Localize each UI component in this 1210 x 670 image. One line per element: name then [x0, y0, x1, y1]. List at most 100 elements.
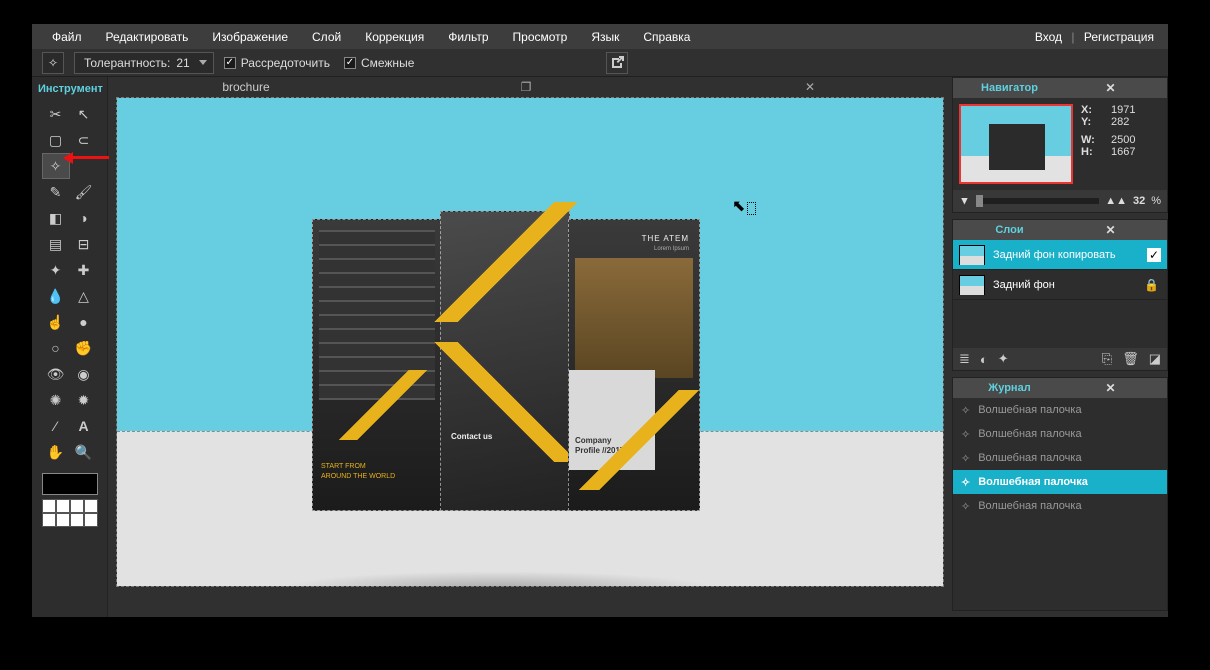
menubar: Файл Редактировать Изображение Слой Корр… [32, 24, 1168, 49]
adjacent-checkbox[interactable]: Смежные [344, 56, 414, 70]
zoom-pct: % [1151, 195, 1161, 207]
color-swatches [36, 473, 103, 527]
tool-wand[interactable]: ✧ [42, 153, 70, 179]
app-frame: Файл Редактировать Изображение Слой Корр… [32, 24, 1168, 617]
tool-marquee[interactable]: ▢ [42, 127, 70, 153]
restore-window-icon[interactable]: ❐ [384, 80, 668, 94]
coord-w: 2500 [1111, 134, 1135, 146]
tool-move[interactable]: ↖ [70, 101, 98, 127]
menu-layer[interactable]: Слой [300, 30, 353, 44]
wand-icon: ✧ [961, 452, 970, 465]
tool-picker[interactable]: ⁄ [42, 413, 70, 439]
menu-filter[interactable]: Фильтр [436, 30, 500, 44]
layer-lock-icon[interactable]: 🔒 [1142, 278, 1161, 292]
menu-file[interactable]: Файл [40, 30, 94, 44]
tool-burn[interactable]: ✊ [70, 335, 98, 361]
layer-thumb [959, 245, 985, 265]
menu-adjust[interactable]: Коррекция [353, 30, 436, 44]
tool-clone[interactable]: ✦ [42, 257, 70, 283]
tool-heal[interactable]: ✚ [70, 257, 98, 283]
tool-sharpen[interactable]: △ [70, 283, 98, 309]
layer-delete-icon[interactable]: 🗑 [1122, 351, 1139, 367]
zoom-slider[interactable] [976, 198, 1099, 204]
brochure-mock: START FROM AROUND THE WORLD Contact us T… [312, 211, 700, 511]
brochure-panel-mid: Contact us [440, 211, 570, 511]
zoom-in-icon[interactable]: ▲▲ [1105, 195, 1127, 207]
tool-brush[interactable]: 🖌 [70, 179, 98, 205]
tool-pencil[interactable]: ✎ [42, 179, 70, 205]
layer-row[interactable]: Задний фон копировать✓ [953, 240, 1167, 270]
tool-type[interactable]: A [70, 413, 98, 439]
layer-more-icon[interactable]: ◪ [1149, 351, 1161, 367]
layer-settings-icon[interactable]: ≣ [959, 351, 970, 367]
brochure-theatem: THE ATEM [642, 234, 689, 244]
coord-x: 1971 [1111, 104, 1135, 116]
navigator-close-icon[interactable]: ✕ [1060, 81, 1161, 95]
zoom-value: 32 [1133, 195, 1145, 207]
layer-row[interactable]: Задний фон🔒 [953, 270, 1167, 300]
layer-thumb [959, 275, 985, 295]
history-row[interactable]: ✧ Волшебная палочка [953, 446, 1167, 470]
coord-y: 282 [1111, 116, 1129, 128]
navigator-title: Навигатор [959, 82, 1060, 94]
close-window-icon[interactable]: ✕ [668, 80, 952, 94]
tolerance-value: 21 [176, 56, 189, 70]
tool-hand[interactable]: ✋ [42, 439, 70, 465]
share-button[interactable] [606, 52, 628, 74]
menu-view[interactable]: Просмотр [501, 30, 580, 44]
menu-help[interactable]: Справка [631, 30, 702, 44]
tool-dodge[interactable]: ○ [42, 335, 70, 361]
history-label: Волшебная палочка [978, 452, 1081, 464]
history-row[interactable]: ✧Волшебная палочка [953, 470, 1167, 494]
layers-close-icon[interactable]: ✕ [1060, 223, 1161, 237]
tool-pinch[interactable]: ✹ [70, 387, 98, 413]
navigator-thumbnail[interactable] [959, 104, 1073, 184]
tool-sponge[interactable]: ● [70, 309, 98, 335]
menu-edit[interactable]: Редактировать [94, 30, 201, 44]
tolerance-dropdown-icon[interactable] [199, 60, 207, 65]
register-link[interactable]: Регистрация [1078, 30, 1160, 44]
history-row[interactable]: ✧Волшебная палочка [953, 422, 1167, 446]
tool-spot[interactable]: ◉ [70, 361, 98, 387]
tool-blur[interactable]: 💧 [42, 283, 70, 309]
document-header: brochure ❐ ✕ [108, 77, 952, 97]
history-close-icon[interactable]: ✕ [1060, 381, 1161, 395]
tool-zoom[interactable]: 🔍 [70, 439, 98, 465]
tool-empty [70, 153, 98, 179]
login-link[interactable]: Вход [1029, 30, 1068, 44]
history-row[interactable]: ✧Волшебная палочка [953, 398, 1167, 422]
tool-redeye[interactable]: 👁 [42, 361, 70, 387]
layer-fx-icon[interactable]: ✦ [998, 351, 1009, 367]
navigator-coords: X:1971 Y:282 W:2500 H:1667 [1073, 104, 1161, 184]
layer-duplicate-icon[interactable]: ⎘ [1102, 351, 1112, 367]
tool-smudge[interactable]: ☝ [42, 309, 70, 335]
tolerance-field[interactable]: Толерантность: 21 [74, 52, 214, 74]
share-icon [609, 55, 625, 71]
layers-panel: Слои✕ Задний фон копировать✓Задний фон🔒 … [952, 219, 1168, 371]
history-row[interactable]: ✧Волшебная палочка [953, 494, 1167, 518]
tool-gradient[interactable]: ▤ [42, 231, 70, 257]
canvas[interactable]: START FROM AROUND THE WORLD Contact us T… [116, 97, 944, 587]
tool-bucket[interactable]: ◑ [70, 205, 98, 231]
tool-crop[interactable]: ✂ [42, 101, 70, 127]
zoom-out-icon[interactable]: ▲ [959, 195, 970, 207]
current-tool-icon[interactable]: ✧ [42, 52, 64, 74]
wand-icon: ✧ [961, 500, 970, 513]
contiguous-label: Рассредоточить [241, 56, 330, 70]
brochure-tag2: AROUND THE WORLD [321, 473, 395, 480]
document-title: brochure [108, 80, 384, 94]
layer-visible-checkbox[interactable]: ✓ [1147, 248, 1161, 262]
tool-stamp[interactable]: ⊟ [70, 231, 98, 257]
tool-bloat[interactable]: ✺ [42, 387, 70, 413]
foreground-color[interactable] [42, 473, 98, 495]
palette-grid[interactable] [42, 499, 98, 527]
menu-image[interactable]: Изображение [200, 30, 300, 44]
menu-lang[interactable]: Язык [579, 30, 631, 44]
tool-eraser[interactable]: ◧ [42, 205, 70, 231]
tool-lasso[interactable]: ⊂ [70, 127, 98, 153]
layer-mask-icon[interactable]: ◐ [980, 352, 988, 367]
contiguous-checkbox[interactable]: Рассредоточить [224, 56, 330, 70]
navigator-zoom[interactable]: ▲ ▲▲ 32 % [953, 190, 1167, 212]
right-column: Навигатор✕ X:1971 Y:282 W:2500 H:1667 ▲ [952, 77, 1168, 617]
wand-icon: ✧ [961, 428, 970, 441]
